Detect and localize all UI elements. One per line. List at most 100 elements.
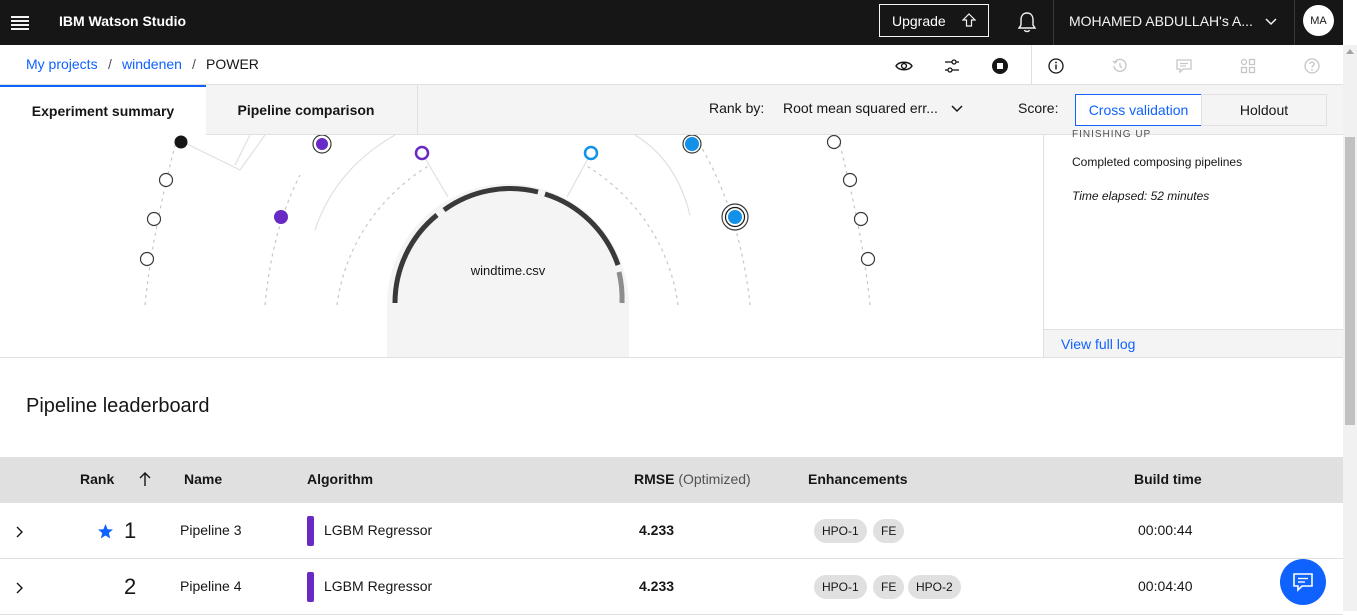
pipeline-node[interactable] [728,210,742,224]
pipeline-name[interactable]: Pipeline 3 [180,522,242,538]
view-full-log-link[interactable]: View full log [1061,336,1135,352]
chevron-down-icon[interactable] [1264,14,1278,28]
connector-line [566,152,592,198]
help-button[interactable] [1303,57,1321,75]
stop-button[interactable] [991,57,1009,75]
tools-icon [1240,58,1256,74]
guide-ring [839,144,871,306]
pipeline-node[interactable] [826,135,842,150]
tools-button[interactable] [1239,57,1257,75]
score-cross-validation-button[interactable]: Cross validation [1075,94,1202,126]
breadcrumb-separator: / [108,56,112,72]
breadcrumb-current: POWER [206,56,259,72]
enhancement-tag: HPO-1 [814,519,867,543]
leaderboard-header: Rank Name Algorithm RMSE (Optimized) Enh… [0,457,1343,503]
leaderboard-title: Pipeline leaderboard [26,395,210,417]
pipeline-node[interactable] [583,145,599,161]
pipeline-node[interactable] [316,138,328,150]
pipeline-node[interactable] [139,251,155,267]
app-title[interactable]: IBM Watson Studio [59,13,186,29]
pipeline-node[interactable] [158,172,174,188]
account-switcher[interactable]: MOHAMED ABDULLAH's A... [1069,13,1253,29]
build-time: 00:04:40 [1138,578,1193,594]
enhancement-tag: FE [873,519,905,543]
chevron-right-icon[interactable] [12,581,26,595]
divider [417,85,418,135]
metric-note: (Optimized) [678,471,751,487]
avatar[interactable]: MA [1303,5,1334,36]
time-elapsed: Time elapsed: 52 minutes [1072,189,1210,203]
algorithm-color-bar [307,572,314,602]
pipeline-node[interactable] [853,211,869,227]
divider [0,357,1343,358]
log-message: Completed composing pipelines [1072,155,1243,169]
tab-experiment-summary[interactable]: Experiment summary [0,85,206,135]
rank-by-select[interactable]: Root mean squared err... [783,100,938,116]
menu-button[interactable] [0,0,40,45]
column-header-enhancements[interactable]: Enhancements [808,471,908,487]
column-header-name[interactable]: Name [184,471,222,487]
algorithm-name: LGBM Regressor [324,578,433,594]
column-header-build-time[interactable]: Build time [1134,471,1202,487]
pipeline-node[interactable] [414,145,430,161]
bell-icon [1017,12,1037,33]
settings-button[interactable] [943,57,961,75]
upgrade-arrow-icon [962,13,976,27]
breadcrumb-my-projects[interactable]: My projects [26,56,98,72]
view-button[interactable] [895,57,913,75]
sort-ascending-icon[interactable] [138,471,152,487]
column-header-rank[interactable]: Rank [80,471,114,487]
table-row[interactable]: 2 Pipeline 4 LGBM Regressor 4.233 HPO-1 … [0,559,1343,615]
chevron-down-icon[interactable] [950,101,964,115]
star-icon [98,524,113,539]
pipeline-node[interactable] [685,137,699,151]
tab-pipeline-comparison[interactable]: Pipeline comparison [206,85,406,135]
pipeline-node[interactable] [842,172,858,188]
column-header-metric[interactable]: RMSE (Optimized) [634,471,751,487]
enhancement-tag: FE [873,575,905,599]
breadcrumb-bar: My projects / windenen / POWER [0,45,1343,85]
breadcrumb-project[interactable]: windenen [122,56,182,72]
scroll-up-arrow[interactable] [1346,49,1354,54]
pipeline-node[interactable] [174,135,188,149]
stop-icon [992,58,1008,74]
log-phase: FINISHING UP [1072,129,1152,140]
upgrade-label: Upgrade [892,12,946,29]
view-icon [895,61,913,71]
comment-icon [1176,59,1192,74]
notifications-button[interactable] [1017,11,1037,38]
score-holdout-button[interactable]: Holdout [1201,94,1327,126]
breadcrumb-separator: / [192,56,196,72]
ring-arc [634,135,691,216]
pipeline-node[interactable] [274,210,288,224]
help-icon [1304,58,1320,74]
history-button[interactable] [1111,57,1129,75]
info-button[interactable] [1047,57,1065,75]
guide-ring [144,144,176,306]
rank-value: 2 [124,574,137,599]
pipeline-node[interactable] [860,251,876,267]
build-time: 00:00:44 [1138,522,1193,538]
summary-toolbar: Experiment summary Pipeline comparison R… [0,85,1343,135]
pipeline-name[interactable]: Pipeline 4 [180,578,242,594]
history-icon [1112,58,1127,72]
comments-button[interactable] [1175,57,1193,75]
pipeline-node[interactable] [146,211,162,227]
metric-name: RMSE [634,471,675,487]
divider [1294,0,1295,45]
full-log-bar: View full log [1044,329,1343,357]
ring-arc [184,135,266,171]
connector-line [421,152,449,198]
upgrade-button[interactable]: Upgrade [879,4,989,37]
scrollbar-thumb[interactable] [1345,137,1355,425]
rmse-value: 4.233 [639,578,675,594]
rank-value: 1 [124,518,137,543]
chat-button[interactable] [1280,559,1326,605]
page-scrollbar[interactable] [1343,45,1357,611]
chevron-right-icon[interactable] [12,525,26,539]
chat-icon [1293,573,1313,592]
guide-ring [264,174,301,306]
column-header-algorithm[interactable]: Algorithm [307,471,373,487]
rmse-value: 4.233 [639,522,675,538]
table-row[interactable]: 1 Pipeline 3 LGBM Regressor 4.233 HPO-1 … [0,503,1343,559]
